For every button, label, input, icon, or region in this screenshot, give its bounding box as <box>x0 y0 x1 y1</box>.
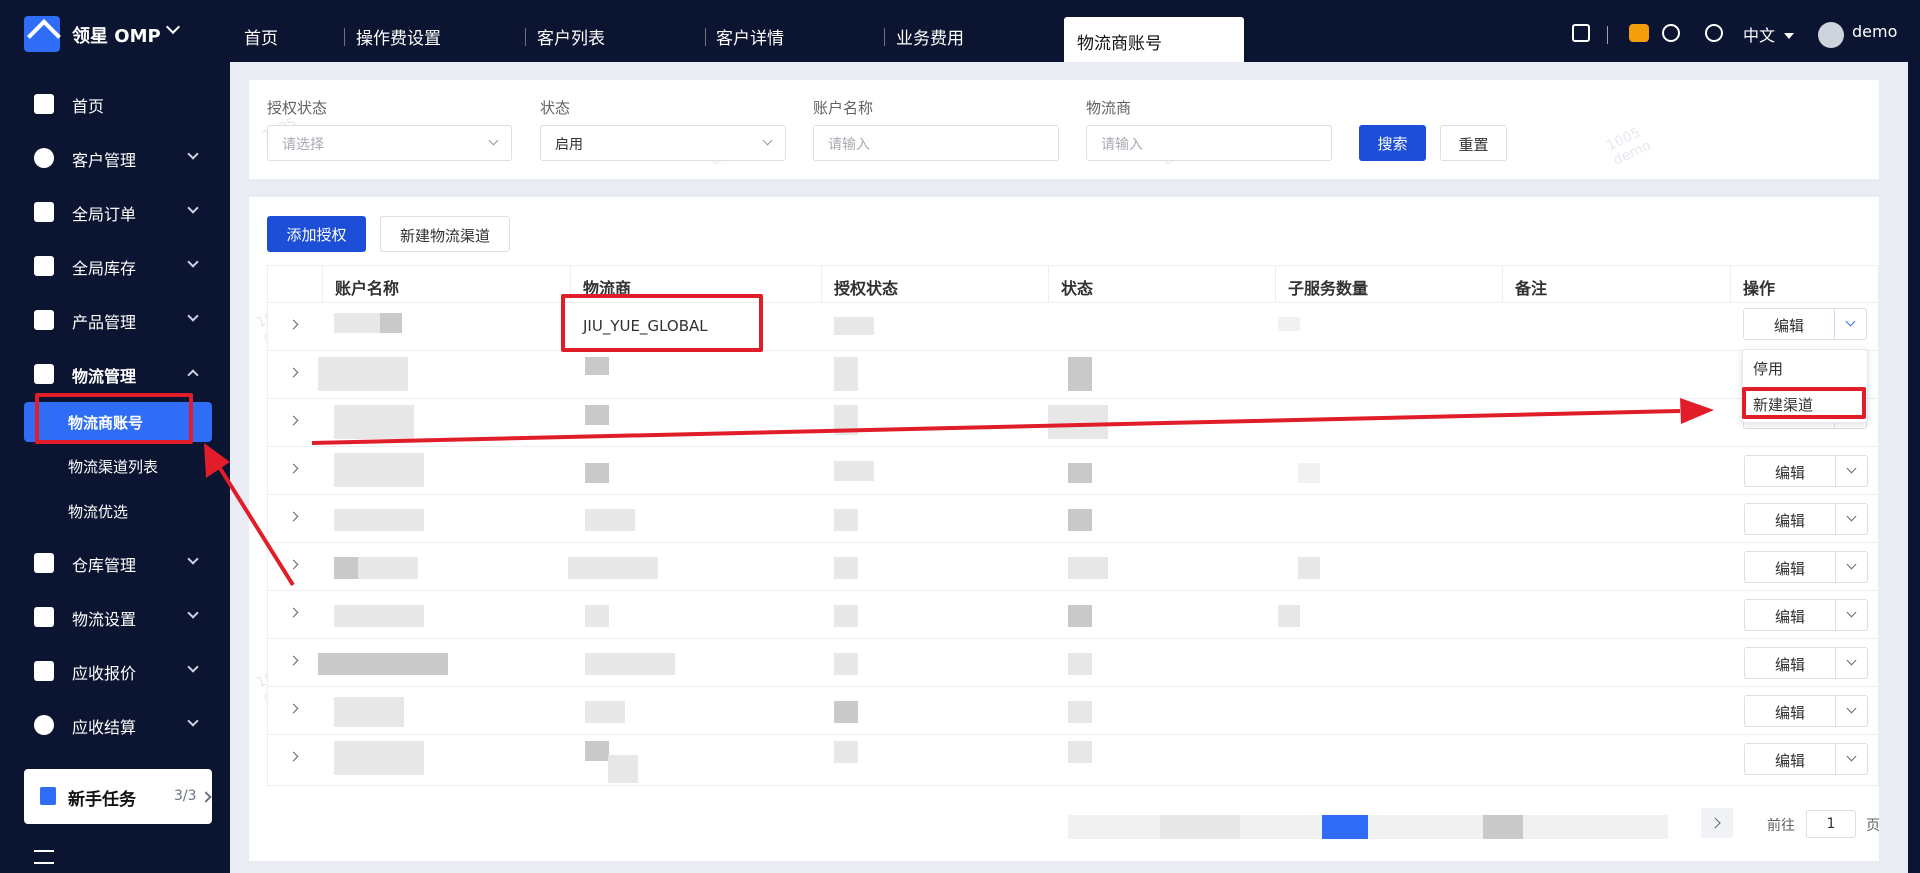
annotation-arrow-line <box>311 409 1681 445</box>
annotation-arrow-head <box>204 443 230 478</box>
annotation-arrow-line <box>216 463 295 587</box>
annotation-arrows <box>204 398 1714 587</box>
annotation-arrow-head <box>1680 398 1714 424</box>
